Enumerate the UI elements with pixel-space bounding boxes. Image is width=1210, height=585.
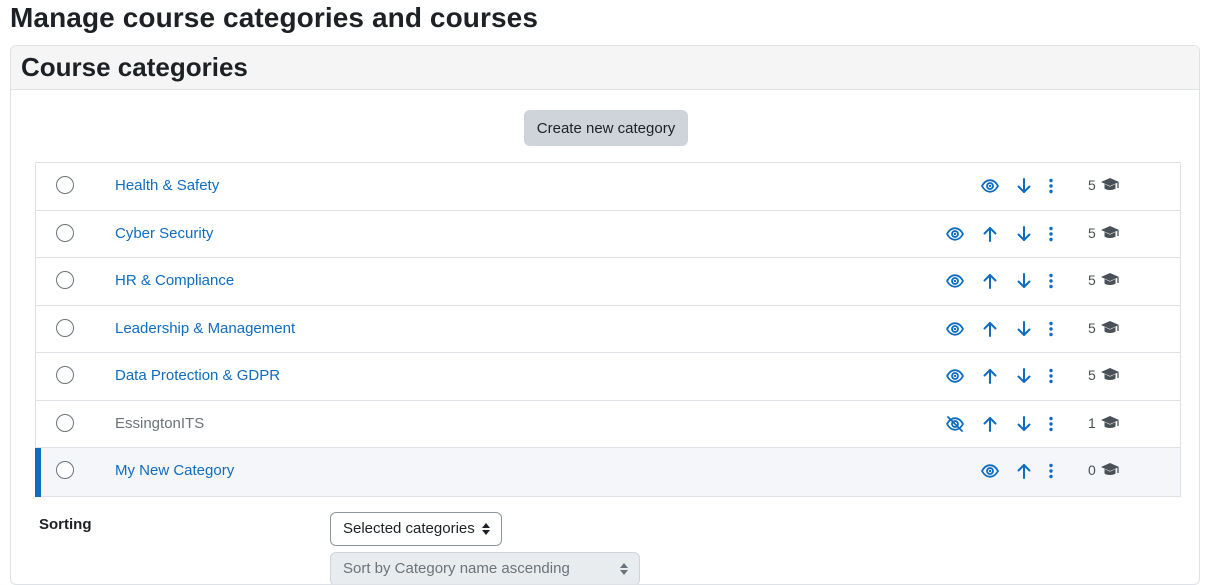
arrow-down-icon[interactable]	[1013, 175, 1035, 197]
course-count: 5	[1088, 224, 1096, 241]
course-count: 5	[1088, 367, 1096, 383]
eye-icon[interactable]	[944, 365, 966, 387]
card-title: Course categories	[21, 52, 248, 82]
graduation-cap-icon	[1100, 271, 1120, 289]
kebab-menu-icon[interactable]	[1040, 413, 1062, 435]
arrow-down-icon[interactable]	[1013, 413, 1035, 435]
graduation-cap-icon	[1100, 414, 1120, 432]
sort-scope-value: Selected categories	[343, 520, 475, 537]
sort-order-value: Sort by Category name ascending	[343, 560, 570, 577]
eye-icon[interactable]	[944, 318, 966, 340]
select-caret-icon	[620, 563, 628, 575]
create-new-category-button[interactable]: Create new category	[524, 110, 688, 146]
kebab-menu-icon[interactable]	[1040, 365, 1062, 387]
arrow-up-icon[interactable]	[1013, 460, 1035, 482]
category-select-checkbox[interactable]	[56, 223, 74, 242]
course-categories-card: Course categories Create new category He…	[10, 45, 1200, 585]
kebab-menu-icon[interactable]	[1040, 460, 1062, 482]
graduation-cap-icon	[1100, 224, 1120, 242]
course-count: 5	[1088, 272, 1096, 288]
sort-scope-select[interactable]: Selected categories	[330, 512, 502, 546]
category-name-link[interactable]: Cyber Security	[115, 225, 213, 242]
category-list: Health & Safety 5 Cyber Security 5 HR & Comp…	[35, 162, 1181, 497]
category-name-link[interactable]: My New Category	[115, 462, 234, 479]
category-row: Health & Safety 5	[36, 163, 1180, 211]
category-select-checkbox[interactable]	[56, 413, 74, 432]
course-count: 0	[1088, 462, 1096, 478]
kebab-menu-icon[interactable]	[1040, 223, 1062, 245]
category-row: HR & Compliance 5	[36, 258, 1180, 306]
arrow-down-icon[interactable]	[1013, 318, 1035, 340]
category-name-link[interactable]: EssingtonITS	[115, 415, 204, 432]
kebab-menu-icon[interactable]	[1040, 270, 1062, 292]
category-name-link[interactable]: Data Protection & GDPR	[115, 367, 280, 384]
eye-icon[interactable]	[944, 223, 966, 245]
graduation-cap-icon	[1100, 319, 1120, 337]
eye-icon[interactable]	[979, 175, 1001, 197]
eye-slash-icon[interactable]	[944, 413, 966, 435]
arrow-up-icon[interactable]	[979, 270, 1001, 292]
category-row: EssingtonITS 1	[36, 401, 1180, 448]
arrow-down-icon[interactable]	[1013, 270, 1035, 292]
page-title: Manage course categories and courses	[10, 2, 539, 33]
course-count: 5	[1088, 177, 1096, 193]
eye-icon[interactable]	[979, 460, 1001, 482]
arrow-down-icon[interactable]	[1013, 365, 1035, 387]
category-row: Cyber Security 5	[36, 211, 1180, 258]
course-count: 5	[1088, 319, 1096, 336]
category-row: Leadership & Management 5	[36, 306, 1180, 353]
category-row: Data Protection & GDPR 5	[36, 353, 1180, 401]
arrow-up-icon[interactable]	[979, 223, 1001, 245]
category-select-checkbox[interactable]	[56, 318, 74, 337]
eye-icon[interactable]	[944, 270, 966, 292]
category-select-checkbox[interactable]	[56, 461, 74, 479]
kebab-menu-icon[interactable]	[1040, 318, 1062, 340]
category-select-checkbox[interactable]	[56, 176, 74, 194]
kebab-menu-icon[interactable]	[1040, 175, 1062, 197]
category-row: My New Category 0	[35, 448, 1180, 496]
graduation-cap-icon	[1100, 461, 1120, 479]
graduation-cap-icon	[1100, 176, 1120, 194]
arrow-down-icon[interactable]	[1013, 223, 1035, 245]
category-name-link[interactable]: Leadership & Management	[115, 320, 295, 337]
graduation-cap-icon	[1100, 366, 1120, 384]
sort-order-select[interactable]: Sort by Category name ascending	[330, 552, 640, 584]
course-count: 1	[1088, 414, 1096, 431]
category-select-checkbox[interactable]	[56, 366, 74, 384]
arrow-up-icon[interactable]	[979, 413, 1001, 435]
arrow-up-icon[interactable]	[979, 318, 1001, 340]
card-header: Course categories	[11, 46, 1199, 90]
category-name-link[interactable]: Health & Safety	[115, 177, 219, 194]
category-select-checkbox[interactable]	[56, 271, 74, 289]
arrow-up-icon[interactable]	[979, 365, 1001, 387]
category-name-link[interactable]: HR & Compliance	[115, 272, 234, 289]
sorting-label: Sorting	[39, 516, 92, 533]
select-caret-icon	[482, 523, 490, 535]
